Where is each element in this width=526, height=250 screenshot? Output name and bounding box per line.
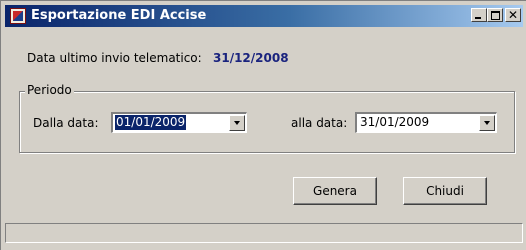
period-group-caption: Periodo <box>25 83 74 97</box>
to-date-value[interactable]: 31/01/2009 <box>359 115 430 130</box>
minimize-button[interactable] <box>471 8 487 22</box>
chevron-down-icon[interactable] <box>479 115 495 131</box>
close-button[interactable]: Chiudi <box>403 177 487 205</box>
dialog-window: Esportazione EDI Accise ✕ Data ultimo in… <box>0 0 526 250</box>
maximize-button[interactable] <box>487 8 503 22</box>
from-date-value[interactable]: 01/01/2009 <box>115 115 187 130</box>
from-date-label: Dalla data: <box>33 116 99 130</box>
status-bar <box>5 223 523 243</box>
close-icon: ✕ <box>507 8 519 22</box>
from-date-combo[interactable]: 01/01/2009 <box>111 112 247 133</box>
close-window-button[interactable]: ✕ <box>505 8 521 22</box>
window-title: Esportazione EDI Accise <box>31 8 207 23</box>
generate-button[interactable]: Genera <box>293 177 377 205</box>
to-date-label: alla data: <box>291 116 348 130</box>
app-icon <box>10 8 26 24</box>
chevron-down-icon[interactable] <box>229 115 245 131</box>
last-send-date: 31/12/2008 <box>213 51 289 65</box>
title-bar[interactable]: Esportazione EDI Accise ✕ <box>5 5 523 27</box>
to-date-combo[interactable]: 31/01/2009 <box>355 112 497 133</box>
last-send-label: Data ultimo invio telematico: <box>27 51 202 65</box>
